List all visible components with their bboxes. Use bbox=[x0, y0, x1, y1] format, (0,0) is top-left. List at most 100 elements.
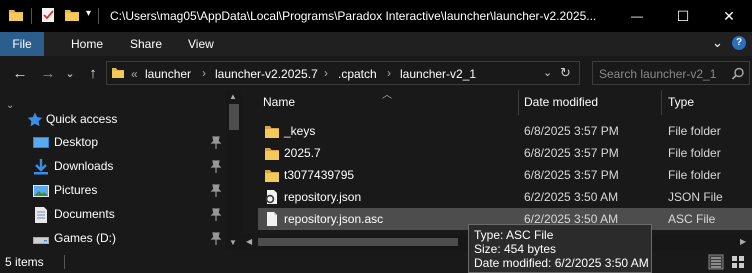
sort-ascending-icon: ︿ bbox=[382, 90, 392, 101]
status-divider bbox=[64, 255, 65, 269]
item-count: 5 items bbox=[5, 255, 44, 269]
breadcrumb-launcher-v2[interactable]: launcher-v2.2025.7 bbox=[215, 67, 318, 81]
file-type: File folder bbox=[668, 146, 721, 160]
qat-divider bbox=[98, 8, 99, 24]
desktop-icon bbox=[32, 134, 50, 152]
column-header-name[interactable]: Name bbox=[263, 95, 295, 109]
chevron-right-icon: › bbox=[324, 66, 328, 80]
address-dropdown-icon[interactable]: ⌄ bbox=[543, 66, 552, 79]
file-date: 6/2/2025 3:50 AM bbox=[524, 190, 619, 204]
pin-icon[interactable] bbox=[210, 208, 222, 222]
search-icon[interactable] bbox=[731, 67, 745, 81]
properties-icon[interactable] bbox=[40, 7, 56, 23]
nav-label: Downloads bbox=[54, 159, 114, 173]
tab-view[interactable]: View bbox=[188, 32, 214, 56]
qat-dropdown-icon[interactable]: ▾ bbox=[86, 8, 91, 19]
search-input[interactable]: Search launcher-v2_1 bbox=[599, 67, 716, 81]
file-name: 2025.7 bbox=[284, 146, 321, 160]
pin-icon[interactable] bbox=[210, 232, 222, 246]
column-divider[interactable] bbox=[661, 90, 662, 115]
file-date: 6/8/2025 3:57 PM bbox=[524, 168, 619, 182]
file-tooltip: Type: ASC File Size: 454 bytes Date modi… bbox=[468, 224, 652, 273]
tab-home[interactable]: Home bbox=[71, 32, 103, 56]
chevron-right-icon: › bbox=[387, 66, 391, 80]
file-date: 6/8/2025 3:57 PM bbox=[524, 124, 619, 138]
qat-divider bbox=[31, 8, 32, 24]
tab-share[interactable]: Share bbox=[130, 32, 162, 56]
file-name: _keys bbox=[284, 124, 316, 138]
tab-file[interactable]: File bbox=[0, 32, 44, 56]
nav-item-pictures[interactable]: Pictures bbox=[0, 179, 226, 203]
file-row[interactable]: _keys 6/8/2025 3:57 PM File folder bbox=[258, 120, 752, 142]
up-button[interactable]: ↑ bbox=[82, 56, 104, 90]
pin-icon[interactable] bbox=[210, 160, 222, 174]
column-divider[interactable] bbox=[518, 90, 519, 115]
file-type: JSON File bbox=[668, 190, 723, 204]
address-bar[interactable]: « launcher › launcher-v2.2025.7 › .cpatc… bbox=[106, 61, 580, 85]
minimize-icon: — bbox=[631, 9, 643, 23]
maximize-button[interactable]: ☐ bbox=[660, 0, 706, 32]
nav-item-quick-access[interactable]: Quick access bbox=[0, 108, 226, 132]
chevron-right-icon: › bbox=[202, 66, 206, 80]
scroll-down-icon[interactable]: ▼ bbox=[229, 238, 237, 247]
recent-locations-button[interactable]: ⌄ bbox=[62, 56, 78, 90]
help-icon[interactable]: ? bbox=[732, 36, 746, 50]
window-title: C:\Users\mag05\AppData\Local\Programs\Pa… bbox=[110, 9, 597, 23]
breadcrumb-current[interactable]: launcher-v2_1 bbox=[400, 67, 476, 81]
back-button[interactable]: ← bbox=[8, 56, 32, 90]
breadcrumb-cpatch[interactable]: .cpatch bbox=[338, 67, 377, 81]
nav-label: Quick access bbox=[46, 112, 118, 126]
pin-icon[interactable] bbox=[210, 184, 222, 198]
folder-icon bbox=[8, 8, 24, 22]
minimize-button[interactable]: — bbox=[614, 0, 660, 32]
navigation-scrollbar[interactable]: ▲ ▼ bbox=[226, 90, 242, 250]
search-box[interactable]: Search launcher-v2_1 bbox=[592, 61, 750, 85]
nav-item-desktop[interactable]: Desktop bbox=[0, 131, 226, 155]
drive-icon bbox=[32, 230, 50, 248]
folder-icon bbox=[111, 67, 125, 79]
chevron-down-icon: ⌄ bbox=[65, 67, 75, 80]
ribbon: File Home Share View ⌄ ? bbox=[0, 32, 752, 56]
scroll-right-icon[interactable]: ▶ bbox=[740, 237, 746, 246]
nav-item-games-drive[interactable]: Games (D:) bbox=[0, 227, 226, 251]
scroll-left-icon[interactable]: ◀ bbox=[246, 237, 252, 246]
folder-icon bbox=[264, 123, 280, 139]
file-row[interactable]: repository.json 6/2/2025 3:50 AM JSON Fi… bbox=[258, 186, 752, 208]
folder-icon bbox=[264, 145, 280, 161]
close-button[interactable]: ✕ bbox=[706, 0, 752, 32]
file-type: File folder bbox=[668, 124, 721, 138]
breadcrumb-overflow[interactable]: « bbox=[131, 67, 138, 81]
star-icon bbox=[26, 111, 44, 129]
json-file-icon bbox=[264, 189, 280, 205]
nav-label: Desktop bbox=[54, 135, 99, 149]
file-name: repository.json bbox=[284, 190, 362, 204]
forward-arrow-icon: → bbox=[40, 64, 56, 82]
nav-item-downloads[interactable]: Downloads bbox=[0, 155, 226, 179]
refresh-icon[interactable]: ↻ bbox=[560, 65, 571, 81]
file-name: repository.json.asc bbox=[284, 212, 384, 226]
column-header-date[interactable]: Date modified bbox=[524, 95, 598, 109]
maximize-icon: ☐ bbox=[676, 7, 690, 24]
nav-label: Games (D:) bbox=[54, 231, 117, 245]
breadcrumb-launcher[interactable]: launcher bbox=[145, 67, 191, 81]
details-view-icon[interactable] bbox=[708, 254, 724, 270]
new-folder-icon[interactable] bbox=[64, 8, 80, 22]
column-header-type[interactable]: Type bbox=[668, 95, 694, 109]
tooltip-type: Type: ASC File bbox=[474, 228, 554, 242]
file-row[interactable]: 2025.7 6/8/2025 3:57 PM File folder bbox=[258, 142, 752, 164]
title-bar: ▾ C:\Users\mag05\AppData\Local\Programs\… bbox=[0, 0, 752, 32]
scroll-up-icon[interactable]: ▲ bbox=[229, 92, 237, 101]
nav-item-documents[interactable]: Documents bbox=[0, 203, 226, 227]
pin-icon[interactable] bbox=[210, 136, 222, 150]
file-row[interactable]: t3077439795 6/8/2025 3:57 PM File folder bbox=[258, 164, 752, 186]
nav-label: Documents bbox=[54, 207, 115, 221]
pictures-icon bbox=[32, 182, 50, 200]
scrollbar-thumb[interactable] bbox=[229, 104, 239, 130]
navigation-pane: ⌄ Quick access Desktop Downloads Picture… bbox=[0, 90, 242, 250]
navigation-bar: ← → ⌄ ↑ « launcher › launcher-v2.2025.7 … bbox=[0, 56, 752, 90]
documents-icon bbox=[32, 206, 50, 224]
large-icons-view-icon[interactable] bbox=[730, 254, 746, 270]
forward-button[interactable]: → bbox=[36, 56, 60, 90]
scrollbar-thumb[interactable] bbox=[258, 238, 458, 246]
ribbon-expand-icon[interactable]: ⌄ bbox=[712, 35, 723, 51]
